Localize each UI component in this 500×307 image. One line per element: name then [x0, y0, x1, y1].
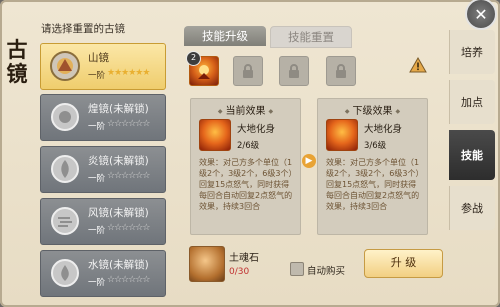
lock-icon	[336, 64, 346, 78]
mirror-level: 一阶	[88, 174, 106, 184]
earth-soul-stone-icon	[189, 246, 225, 282]
skill-name: 大地化身	[364, 124, 403, 135]
tab-skills[interactable]: 技能	[449, 130, 495, 180]
mirror-name: 风镜(未解锁)	[88, 207, 149, 219]
mirror-name: 煌镜(未解锁)	[88, 103, 149, 115]
mountain-mirror-icon	[46, 47, 84, 85]
mirror-level: 一阶	[88, 122, 106, 132]
mirror-item-shui[interactable]: 水镜(未解锁) 一阶 ☆☆☆☆☆☆	[40, 250, 166, 297]
tab-cultivate[interactable]: 培养	[449, 30, 495, 74]
mirror-stars: ☆☆☆☆☆☆	[107, 119, 150, 129]
mirror-name: 水镜(未解锁)	[88, 259, 149, 271]
skill-count-badge: 2	[186, 51, 201, 66]
upgrade-button[interactable]: 升 级	[364, 249, 443, 278]
skill-name: 大地化身	[237, 124, 276, 135]
ancient-mirror-window: 古镜 请选择重置的古镜 山镜 一阶 ★★★★★★ 煌镜(未解锁) 一阶 ☆☆☆☆…	[0, 0, 500, 307]
tab-add-points[interactable]: 加点	[449, 80, 495, 124]
skill-level: 2/6级	[237, 141, 260, 151]
huang-mirror-icon	[46, 98, 84, 136]
mirror-name: 炎镜(未解锁)	[88, 155, 149, 167]
skill-slot-active[interactable]: 2	[186, 51, 219, 86]
tab-skill-reset[interactable]: 技能重置	[270, 26, 352, 48]
current-effect-title: 当前效果	[191, 102, 300, 117]
skill-slot-locked[interactable]	[233, 56, 263, 86]
auto-buy-checkbox[interactable]	[290, 262, 304, 276]
select-mirror-prompt: 请选择重置的古镜	[41, 23, 125, 35]
mirror-stars: ☆☆☆☆☆☆	[107, 275, 150, 285]
water-mirror-icon	[46, 254, 84, 292]
mirror-stars: ☆☆☆☆☆☆	[107, 223, 150, 233]
next-effect-panel: 下级效果 大地化身 3/6级 效果：对己方多个单位（1级2个，3级2个，6级3个…	[317, 98, 428, 235]
earth-avatar-skill-icon	[326, 119, 358, 151]
flame-mirror-icon	[46, 150, 84, 188]
info-warning-icon[interactable]	[409, 56, 427, 74]
close-icon: ✕	[474, 4, 488, 24]
mirror-level: 一阶	[88, 278, 106, 288]
lock-icon	[243, 64, 253, 78]
skill-level: 3/6级	[364, 141, 387, 151]
wind-mirror-icon	[46, 202, 84, 240]
mirror-item-shan[interactable]: 山镜 一阶 ★★★★★★	[40, 43, 166, 90]
earth-avatar-skill-icon	[199, 119, 231, 151]
skill-description: 效果：对己方多个单位（1级2个，3级2个，6级3个）回复15点怒气，同时获得每回…	[326, 158, 420, 211]
mirror-name: 山镜	[88, 52, 109, 64]
close-button[interactable]: ✕	[465, 0, 497, 30]
material-count: 0/30	[229, 267, 250, 277]
mirror-item-huang[interactable]: 煌镜(未解锁) 一阶 ☆☆☆☆☆☆	[40, 94, 166, 141]
arrow-right-icon: ▶	[302, 154, 316, 168]
lock-icon	[289, 64, 299, 78]
skill-description: 效果：对己方多个单位（1级2个，3级2个，6级3个）回复15点怒气，同时获得每回…	[199, 158, 293, 211]
tab-battle[interactable]: 参战	[449, 186, 495, 230]
auto-buy-label: 自动购买	[307, 266, 346, 277]
mirror-item-yan[interactable]: 炎镜(未解锁) 一阶 ☆☆☆☆☆☆	[40, 146, 166, 193]
skill-slot-locked[interactable]	[279, 56, 309, 86]
mirror-stars: ☆☆☆☆☆☆	[107, 171, 150, 181]
tab-skill-upgrade[interactable]: 技能升级	[184, 26, 266, 46]
mirror-list: 山镜 一阶 ★★★★★★ 煌镜(未解锁) 一阶 ☆☆☆☆☆☆ 炎镜(未解锁) 一…	[40, 40, 166, 305]
mirror-level: 一阶	[88, 71, 106, 81]
material-name: 土魂石	[229, 253, 259, 264]
mirror-item-feng[interactable]: 风镜(未解锁) 一阶 ☆☆☆☆☆☆	[40, 198, 166, 245]
current-effect-panel: 当前效果 大地化身 2/6级 效果：对己方多个单位（1级2个，3级2个，6级3个…	[190, 98, 301, 235]
skill-slot-locked[interactable]	[326, 56, 356, 86]
mirror-stars: ★★★★★★	[107, 68, 150, 78]
vertical-title: 古镜	[6, 37, 28, 86]
next-effect-title: 下级效果	[318, 102, 427, 117]
mirror-level: 一阶	[88, 226, 106, 236]
